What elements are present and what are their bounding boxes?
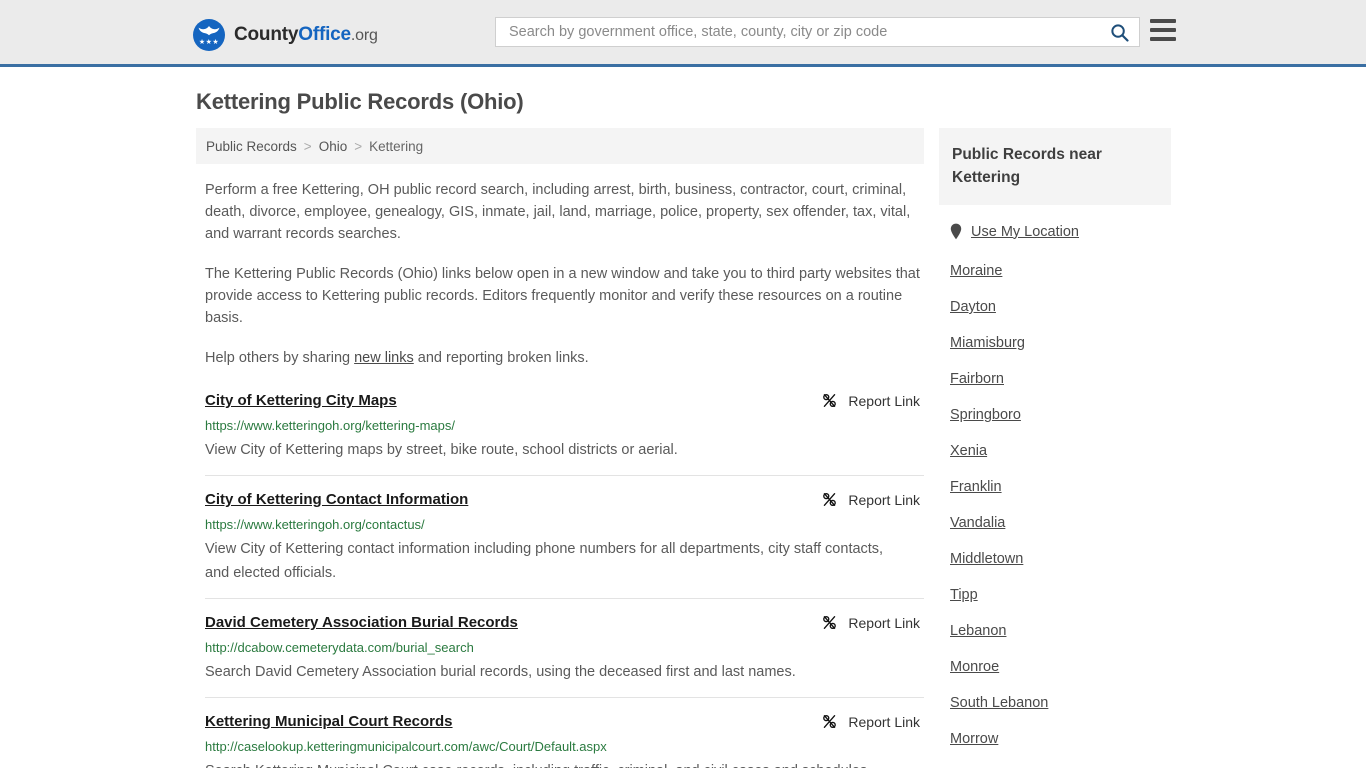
sidebar-heading: Public Records near Kettering (952, 146, 1102, 186)
page-title: Kettering Public Records (Ohio) (196, 89, 524, 114)
intro-paragraph-3: Help others by sharing new links and rep… (196, 347, 924, 369)
sidebar-city-springfield[interactable]: Springfield (950, 757, 1171, 768)
breadcrumb-item-public-records[interactable]: Public Records (206, 139, 297, 154)
result-header: City of Kettering City Maps Report Link (205, 391, 924, 410)
breadcrumb-separator-2: > (354, 138, 363, 154)
result-title-link[interactable]: David Cemetery Association Burial Record… (205, 613, 518, 632)
breadcrumb-separator-1: > (303, 138, 312, 154)
result-description: Search Kettering Municipal Court case re… (205, 759, 905, 768)
search-icon (1110, 23, 1129, 42)
report-link-button[interactable]: Report Link (821, 392, 924, 409)
report-link-button[interactable]: Report Link (821, 491, 924, 508)
use-my-location-label: Use My Location (971, 223, 1079, 240)
sidebar-city-springboro[interactable]: Springboro (950, 397, 1171, 433)
search-bar[interactable] (495, 17, 1140, 47)
sidebar-city-franklin[interactable]: Franklin (950, 469, 1171, 505)
page-layout: Public Records > Ohio > Kettering Perfor… (196, 128, 1178, 768)
sidebar: Public Records near Kettering Use My Loc… (939, 128, 1171, 768)
sidebar-city-vandalia[interactable]: Vandalia (950, 505, 1171, 541)
result-header: Kettering Municipal Court Records Report… (205, 712, 924, 731)
site-header: ★★★ CountyOffice.org (0, 0, 1366, 67)
result-item: City of Kettering Contact Information Re… (205, 475, 924, 598)
sidebar-city-miamisburg[interactable]: Miamisburg (950, 325, 1171, 361)
intro-paragraph-2: The Kettering Public Records (Ohio) link… (205, 266, 920, 326)
result-header: David Cemetery Association Burial Record… (205, 613, 924, 632)
sidebar-city-fairborn[interactable]: Fairborn (950, 361, 1171, 397)
search-input[interactable] (496, 18, 1099, 46)
logo-text-county: County (234, 24, 299, 45)
sidebar-city-middletown[interactable]: Middletown (950, 541, 1171, 577)
use-my-location-button[interactable]: Use My Location (950, 223, 1171, 240)
broken-link-icon (823, 393, 837, 408)
result-item: David Cemetery Association Burial Record… (205, 598, 924, 697)
logo-text: CountyOffice.org (234, 24, 378, 46)
result-description: Search David Cemetery Association burial… (205, 664, 796, 680)
result-url[interactable]: https://www.ketteringoh.org/kettering-ma… (205, 417, 924, 434)
report-link-label: Report Link (848, 713, 920, 730)
sidebar-city-south-lebanon[interactable]: South Lebanon (950, 685, 1171, 721)
page-body: Kettering Public Records (Ohio) Public R… (0, 67, 1366, 768)
logo-text-tld: .org (350, 27, 378, 44)
broken-link-icon (823, 714, 837, 729)
sidebar-city-xenia[interactable]: Xenia (950, 433, 1171, 469)
sidebar-header-box: Public Records near Kettering (939, 128, 1171, 205)
broken-link-icon (823, 492, 837, 507)
breadcrumb-item-kettering: Kettering (369, 138, 424, 154)
eagle-seal-icon: ★★★ (193, 19, 225, 51)
result-title-link[interactable]: City of Kettering City Maps (205, 391, 397, 410)
report-link-label: Report Link (848, 614, 920, 631)
result-item: Kettering Municipal Court Records Report… (205, 697, 924, 768)
share-text-after: and reporting broken links. (413, 350, 589, 366)
sidebar-city-moraine[interactable]: Moraine (950, 253, 1171, 289)
main-column: Public Records > Ohio > Kettering Perfor… (196, 128, 924, 768)
result-description: View City of Kettering maps by street, b… (205, 442, 678, 458)
eagle-glyph (198, 26, 220, 36)
new-links-link[interactable]: new links (354, 350, 414, 366)
share-text-before: Help others by sharing (205, 350, 355, 366)
search-button[interactable] (1099, 18, 1139, 46)
sidebar-city-lebanon[interactable]: Lebanon (950, 613, 1171, 649)
result-header: City of Kettering Contact Information Re… (205, 490, 924, 509)
result-title-link[interactable]: City of Kettering Contact Information (205, 490, 468, 509)
breadcrumb: Public Records > Ohio > Kettering (196, 128, 924, 164)
content-container: Kettering Public Records (Ohio) Public R… (188, 67, 1178, 768)
sidebar-city-monroe[interactable]: Monroe (950, 649, 1171, 685)
sidebar-city-tipp[interactable]: Tipp (950, 577, 1171, 613)
result-url[interactable]: http://caselookup.ketteringmunicipalcour… (205, 738, 924, 755)
sidebar-city-morrow[interactable]: Morrow (950, 721, 1171, 757)
results-list: City of Kettering City Maps Report Link (196, 389, 924, 768)
sidebar-links: Use My Location Moraine Dayton Miamisbur… (939, 223, 1171, 768)
report-link-label: Report Link (848, 491, 920, 508)
result-title-link[interactable]: Kettering Municipal Court Records (205, 712, 453, 731)
result-url[interactable]: https://www.ketteringoh.org/contactus/ (205, 516, 924, 533)
hamburger-bar-3 (1150, 37, 1176, 41)
broken-link-icon (823, 615, 837, 630)
report-link-button[interactable]: Report Link (821, 614, 924, 631)
intro-paragraph-1: Perform a free Kettering, OH public reco… (205, 182, 911, 242)
report-link-label: Report Link (848, 392, 920, 409)
map-pin-icon (950, 223, 962, 240)
report-link-button[interactable]: Report Link (821, 713, 924, 730)
site-logo[interactable]: ★★★ CountyOffice.org (193, 19, 378, 51)
hamburger-bar-2 (1150, 28, 1176, 32)
sidebar-city-dayton[interactable]: Dayton (950, 289, 1171, 325)
result-url[interactable]: http://dcabow.cemeterydata.com/burial_se… (205, 639, 924, 656)
hamburger-bar-1 (1150, 19, 1176, 23)
hamburger-menu-icon[interactable] (1150, 19, 1176, 41)
breadcrumb-item-ohio[interactable]: Ohio (319, 139, 348, 154)
logo-text-office: Office (298, 24, 351, 45)
result-item: City of Kettering City Maps Report Link (205, 389, 924, 475)
result-description: View City of Kettering contact informati… (205, 541, 884, 581)
stars-glyph: ★★★ (198, 39, 220, 46)
